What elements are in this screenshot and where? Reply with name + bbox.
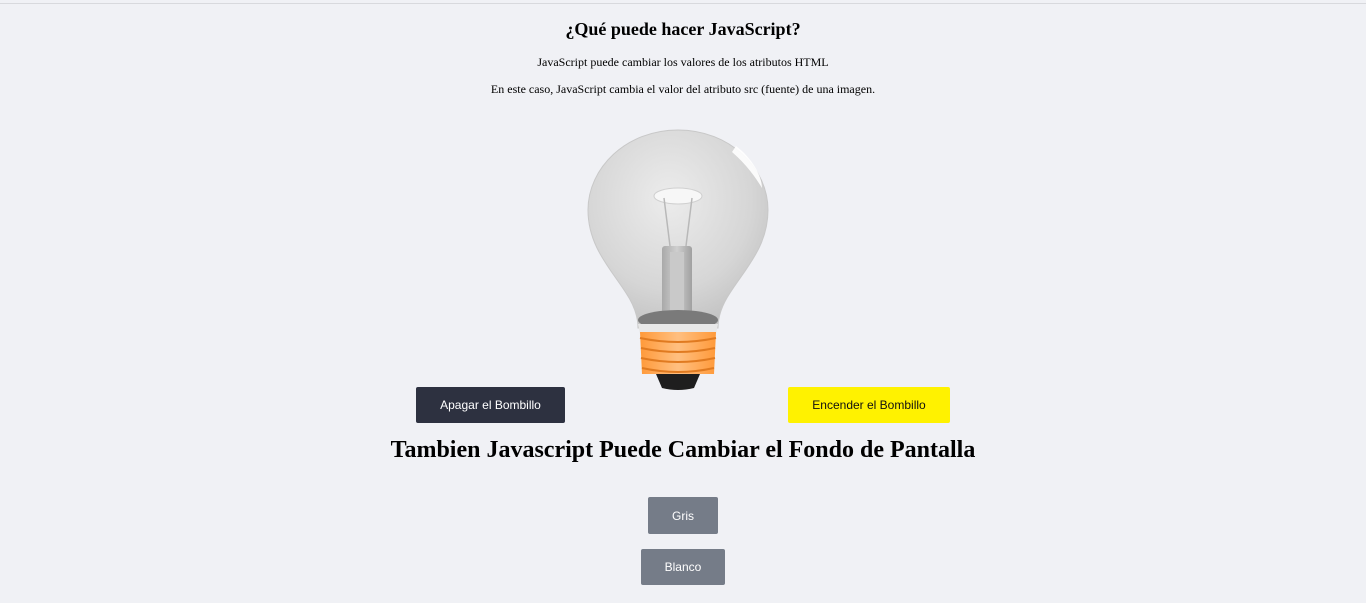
page: ¿Qué puede hacer JavaScript? JavaScript … <box>0 0 1366 603</box>
lightbulb-icon <box>587 129 769 390</box>
top-border <box>0 0 1366 4</box>
page-title: ¿Qué puede hacer JavaScript? <box>565 19 801 39</box>
lightbulb-image <box>586 128 770 392</box>
description-line-1: JavaScript puede cambiar los valores de … <box>537 55 829 69</box>
turn-on-bulb-button[interactable]: Encender el Bombillo <box>788 387 950 423</box>
white-background-button[interactable]: Blanco <box>641 549 725 585</box>
gray-background-button[interactable]: Gris <box>648 497 718 534</box>
description-line-2: En este caso, JavaScript cambia el valor… <box>490 82 876 96</box>
turn-off-bulb-button[interactable]: Apagar el Bombillo <box>416 387 565 423</box>
background-section-title: Tambien Javascript Puede Cambiar el Fond… <box>390 437 976 463</box>
